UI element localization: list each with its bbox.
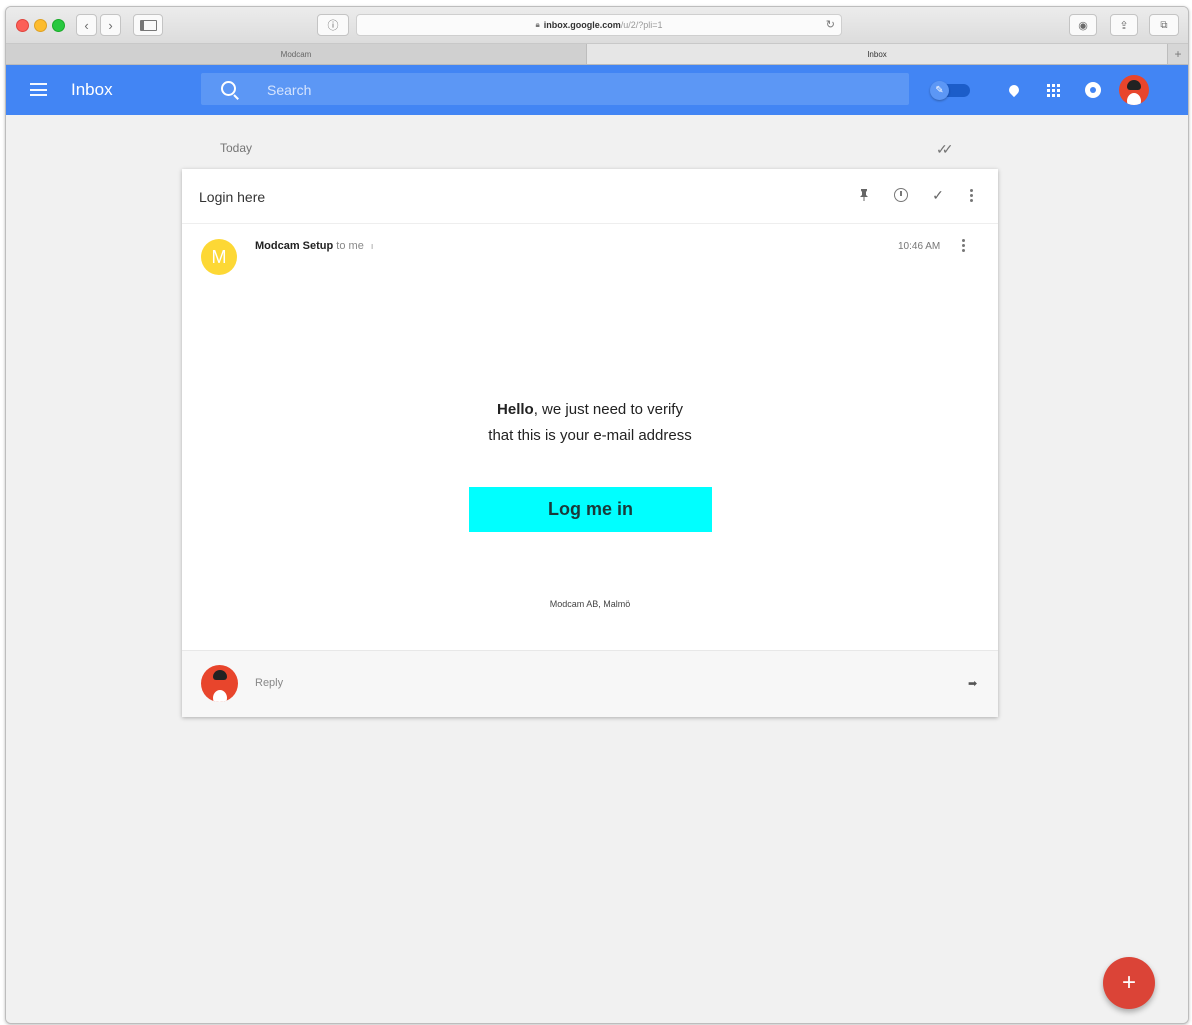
details-caret-icon[interactable]: ı bbox=[371, 241, 374, 251]
login-button[interactable]: Log me in bbox=[469, 487, 712, 532]
notifications-icon[interactable] bbox=[1084, 81, 1102, 99]
forward-button[interactable]: › bbox=[100, 14, 121, 36]
share-icon: ⇪ bbox=[1119, 19, 1129, 32]
forward-icon[interactable]: ➡ bbox=[968, 677, 977, 690]
message-more-icon[interactable] bbox=[962, 239, 965, 252]
zoom-window-button[interactable] bbox=[52, 19, 65, 32]
email-card-header: Login here ✓ bbox=[182, 169, 998, 224]
pin-icon[interactable] bbox=[855, 186, 873, 204]
reply-label[interactable]: Reply bbox=[255, 677, 283, 689]
body-line2: that this is your e-mail address bbox=[488, 427, 692, 444]
tab-bar: Modcam Inbox + bbox=[6, 44, 1188, 65]
tab-inbox[interactable]: Inbox bbox=[587, 44, 1168, 64]
app-title: Inbox bbox=[71, 80, 113, 99]
reader-info-button[interactable]: ⓘ bbox=[317, 14, 349, 36]
search-input[interactable]: Search bbox=[201, 73, 909, 105]
app-header: Inbox Search ✎ bbox=[6, 65, 1188, 115]
sender-avatar: M bbox=[201, 239, 237, 275]
chevron-right-icon: › bbox=[108, 17, 113, 33]
sender-line: Modcam Setup to me ı bbox=[255, 240, 373, 252]
chevron-left-icon: ‹ bbox=[84, 17, 89, 33]
pin-icon: ✎ bbox=[930, 81, 949, 100]
avatar bbox=[201, 665, 238, 702]
lock-icon: 🔒︎ bbox=[535, 20, 540, 29]
url-path: /u/2/?pli=1 bbox=[620, 20, 663, 30]
search-icon bbox=[221, 81, 236, 96]
done-all-icon[interactable]: ✓✓ bbox=[936, 141, 954, 158]
email-card: Login here ✓ M Modcam Setup to me ı 10:4… bbox=[182, 169, 998, 717]
email-time: 10:46 AM bbox=[898, 241, 941, 252]
apps-grid-icon[interactable] bbox=[1044, 81, 1062, 99]
search-placeholder: Search bbox=[267, 82, 312, 98]
new-tab-button[interactable]: + bbox=[1168, 44, 1188, 64]
menu-icon[interactable] bbox=[30, 83, 47, 96]
section-label: Today bbox=[220, 141, 253, 155]
more-vert-icon[interactable] bbox=[962, 186, 980, 204]
minimize-window-button[interactable] bbox=[34, 19, 47, 32]
url-host: inbox.google.com bbox=[543, 20, 621, 30]
sidebar-toggle-button[interactable] bbox=[133, 14, 163, 36]
email-footer: Modcam AB, Malmö bbox=[549, 599, 631, 609]
body-line1: , we just need to verify bbox=[533, 401, 683, 418]
done-check-icon[interactable]: ✓ bbox=[929, 186, 947, 204]
tabs-overview-button[interactable]: ⧉ bbox=[1149, 14, 1179, 36]
inbox-content: Today ✓✓ Login here ✓ M Modcam Setup to … bbox=[6, 115, 1188, 1023]
address-bar[interactable]: 🔒︎ inbox.google.com/u/2/?pli=1 ↻ bbox=[356, 14, 842, 36]
extension-icon: ◉ bbox=[1078, 19, 1088, 32]
reload-icon[interactable]: ↻ bbox=[826, 18, 835, 31]
share-button[interactable]: ⇪ bbox=[1110, 14, 1138, 36]
tabs-icon: ⧉ bbox=[1160, 19, 1168, 31]
avatar[interactable] bbox=[1119, 75, 1149, 105]
close-window-button[interactable] bbox=[16, 19, 29, 32]
sidebar-icon bbox=[139, 19, 157, 31]
tab-modcam[interactable]: Modcam bbox=[6, 44, 587, 64]
hangouts-icon[interactable] bbox=[1005, 81, 1023, 99]
back-button[interactable]: ‹ bbox=[76, 14, 97, 36]
email-subject: Login here bbox=[199, 189, 266, 205]
pinned-toggle[interactable]: ✎ bbox=[928, 80, 970, 100]
recipient-label: to me bbox=[336, 240, 364, 252]
browser-toolbar: ‹ › ⓘ 🔒︎ inbox.google.com/u/2/?pli=1 ↻ ◉… bbox=[6, 7, 1188, 44]
email-body: Hello, we just need to verify that this … bbox=[182, 397, 998, 449]
info-icon: ⓘ bbox=[327, 20, 339, 32]
body-hello: Hello bbox=[497, 401, 534, 418]
reply-bar[interactable]: Reply ➡ bbox=[182, 650, 998, 717]
extension-button[interactable]: ◉ bbox=[1069, 14, 1097, 36]
browser-window: ‹ › ⓘ 🔒︎ inbox.google.com/u/2/?pli=1 ↻ ◉… bbox=[5, 6, 1189, 1024]
compose-fab-button[interactable]: + bbox=[1103, 957, 1155, 1009]
snooze-clock-icon[interactable] bbox=[892, 186, 910, 204]
sender-name: Modcam Setup bbox=[255, 240, 334, 252]
